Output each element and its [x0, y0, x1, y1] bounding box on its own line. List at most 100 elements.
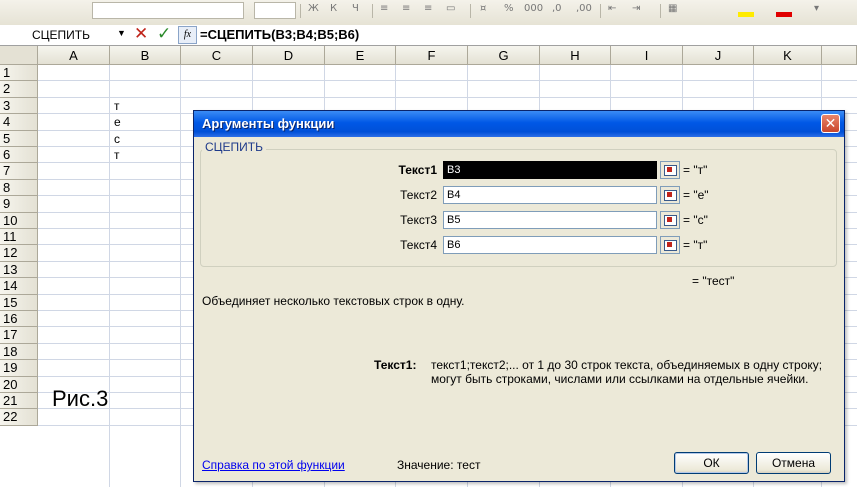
row-header[interactable]: 13: [0, 261, 38, 279]
decrease-decimal-icon[interactable]: ,00: [576, 3, 592, 14]
align-center-icon[interactable]: ≡: [402, 3, 410, 14]
column-header[interactable]: A: [38, 46, 110, 65]
function-help-link[interactable]: Справка по этой функции: [202, 458, 345, 472]
row-header[interactable]: 3: [0, 97, 38, 115]
currency-icon[interactable]: ¤: [480, 3, 486, 14]
collapse-dialog-button[interactable]: [660, 211, 680, 229]
insert-function-button[interactable]: fx: [178, 26, 197, 44]
bold-icon[interactable]: Ж: [308, 3, 319, 14]
formula-input[interactable]: =СЦЕПИТЬ(B3;B4;B5;B6): [200, 27, 359, 42]
gridline: [38, 96, 857, 98]
formula-bar: СЦЕПИТЬ ▼ ✕ ✓ fx =СЦЕПИТЬ(B3;B4;B5;B6): [0, 24, 857, 46]
cell-b4[interactable]: е: [110, 114, 121, 130]
argument-help-text: текст1;текст2;... от 1 до 30 строк текст…: [431, 358, 823, 386]
row-header[interactable]: 20: [0, 376, 38, 393]
row-header[interactable]: 5: [0, 130, 38, 147]
increase-indent-icon[interactable]: ⇥: [632, 3, 640, 14]
argument-label: Текст2: [400, 188, 437, 202]
value-readout: Значение: тест: [397, 458, 480, 472]
toolbar-options-icon[interactable]: ▾: [814, 3, 819, 14]
row-header[interactable]: 7: [0, 163, 38, 180]
collapse-dialog-button[interactable]: [660, 236, 680, 254]
value-label: Значение:: [397, 458, 454, 472]
function-arguments-dialog: Аргументы функции ✕ СЦЕПИТЬ Текст1 B3 = "т…: [193, 110, 845, 482]
argument-label: Текст4: [400, 238, 437, 252]
value-text: тест: [456, 458, 481, 472]
align-right-icon[interactable]: ≡: [424, 3, 432, 14]
toolbar: Ж К Ч ≡ ≡ ≡ ▭ ¤ % 000 ,0 ,00 ⇤ ⇥ ▦ ▾: [0, 0, 857, 26]
row-header[interactable]: 1: [0, 65, 38, 82]
borders-icon[interactable]: ▦: [668, 3, 677, 14]
merge-center-icon[interactable]: ▭: [446, 3, 455, 14]
enter-formula-icon[interactable]: ✓: [157, 24, 171, 44]
column-header[interactable]: D: [253, 46, 325, 65]
ok-button[interactable]: ОК: [674, 452, 749, 474]
argument-value: = "с": [683, 213, 708, 227]
row-header[interactable]: 14: [0, 278, 38, 295]
increase-decimal-icon[interactable]: ,0: [552, 3, 562, 14]
row-header[interactable]: 9: [0, 196, 38, 213]
function-description: Объединяет несколько текстовых строк в о…: [202, 294, 465, 308]
column-header[interactable]: K: [754, 46, 822, 65]
align-left-icon[interactable]: ≡: [380, 3, 388, 14]
argument-value: = "е": [683, 188, 709, 202]
cancel-button[interactable]: Отмена: [756, 452, 831, 474]
toolbar-separator: [660, 4, 661, 18]
column-header[interactable]: H: [540, 46, 611, 65]
row-header[interactable]: 15: [0, 294, 38, 311]
font-name-box[interactable]: [92, 2, 244, 19]
column-header[interactable]: E: [325, 46, 396, 65]
row-header[interactable]: 18: [0, 343, 38, 361]
row-header[interactable]: 17: [0, 327, 38, 344]
column-header[interactable]: C: [181, 46, 253, 65]
decrease-indent-icon[interactable]: ⇤: [608, 3, 616, 14]
row-header[interactable]: 16: [0, 311, 38, 328]
argument-input[interactable]: B4: [443, 186, 657, 204]
row-header[interactable]: 10: [0, 212, 38, 229]
row-header[interactable]: 19: [0, 360, 38, 377]
column-header[interactable]: J: [683, 46, 754, 65]
name-box-dropdown-icon[interactable]: ▼: [117, 28, 126, 38]
font-size-box[interactable]: [254, 2, 296, 19]
row-header[interactable]: 6: [0, 147, 38, 164]
font-color-icon[interactable]: [776, 12, 792, 17]
argument-input[interactable]: B3: [443, 161, 657, 179]
name-box[interactable]: СЦЕПИТЬ: [2, 26, 110, 44]
cancel-formula-icon[interactable]: ✕: [134, 24, 148, 44]
percent-icon[interactable]: %: [504, 3, 514, 14]
row-header[interactable]: 11: [0, 229, 38, 246]
row-header[interactable]: 8: [0, 179, 38, 197]
column-header[interactable]: B: [110, 46, 181, 65]
column-header[interactable]: I: [611, 46, 683, 65]
collapse-dialog-button[interactable]: [660, 161, 680, 179]
formula-result: = "тест": [692, 274, 735, 288]
cell-b3[interactable]: т: [110, 98, 120, 114]
collapse-dialog-button[interactable]: [660, 186, 680, 204]
row-header[interactable]: 12: [0, 245, 38, 262]
argument-input[interactable]: B6: [443, 236, 657, 254]
toolbar-separator: [470, 4, 471, 18]
fill-color-icon[interactable]: [738, 12, 754, 17]
row-header[interactable]: 4: [0, 114, 38, 131]
cell-b6[interactable]: т: [110, 147, 120, 163]
column-header[interactable]: [822, 46, 857, 65]
gridline: [38, 80, 857, 82]
gridline: [180, 65, 181, 487]
select-all-corner[interactable]: [0, 46, 38, 65]
toolbar-separator: [372, 4, 373, 18]
column-header[interactable]: G: [468, 46, 540, 65]
thousands-icon[interactable]: 000: [524, 3, 543, 14]
row-header[interactable]: 2: [0, 81, 38, 98]
argument-label: Текст3: [400, 213, 437, 227]
column-header[interactable]: F: [396, 46, 468, 65]
row-header[interactable]: 22: [0, 409, 38, 426]
italic-icon[interactable]: К: [330, 3, 337, 14]
cell-b5[interactable]: с: [110, 131, 120, 147]
dialog-titlebar[interactable]: Аргументы функции ✕: [194, 111, 844, 137]
argument-input[interactable]: B5: [443, 211, 657, 229]
argument-value: = "т": [683, 163, 708, 177]
row-header[interactable]: 21: [0, 393, 38, 410]
argument-label: Текст1: [398, 163, 437, 177]
close-button[interactable]: ✕: [821, 114, 840, 133]
underline-icon[interactable]: Ч: [352, 3, 359, 14]
